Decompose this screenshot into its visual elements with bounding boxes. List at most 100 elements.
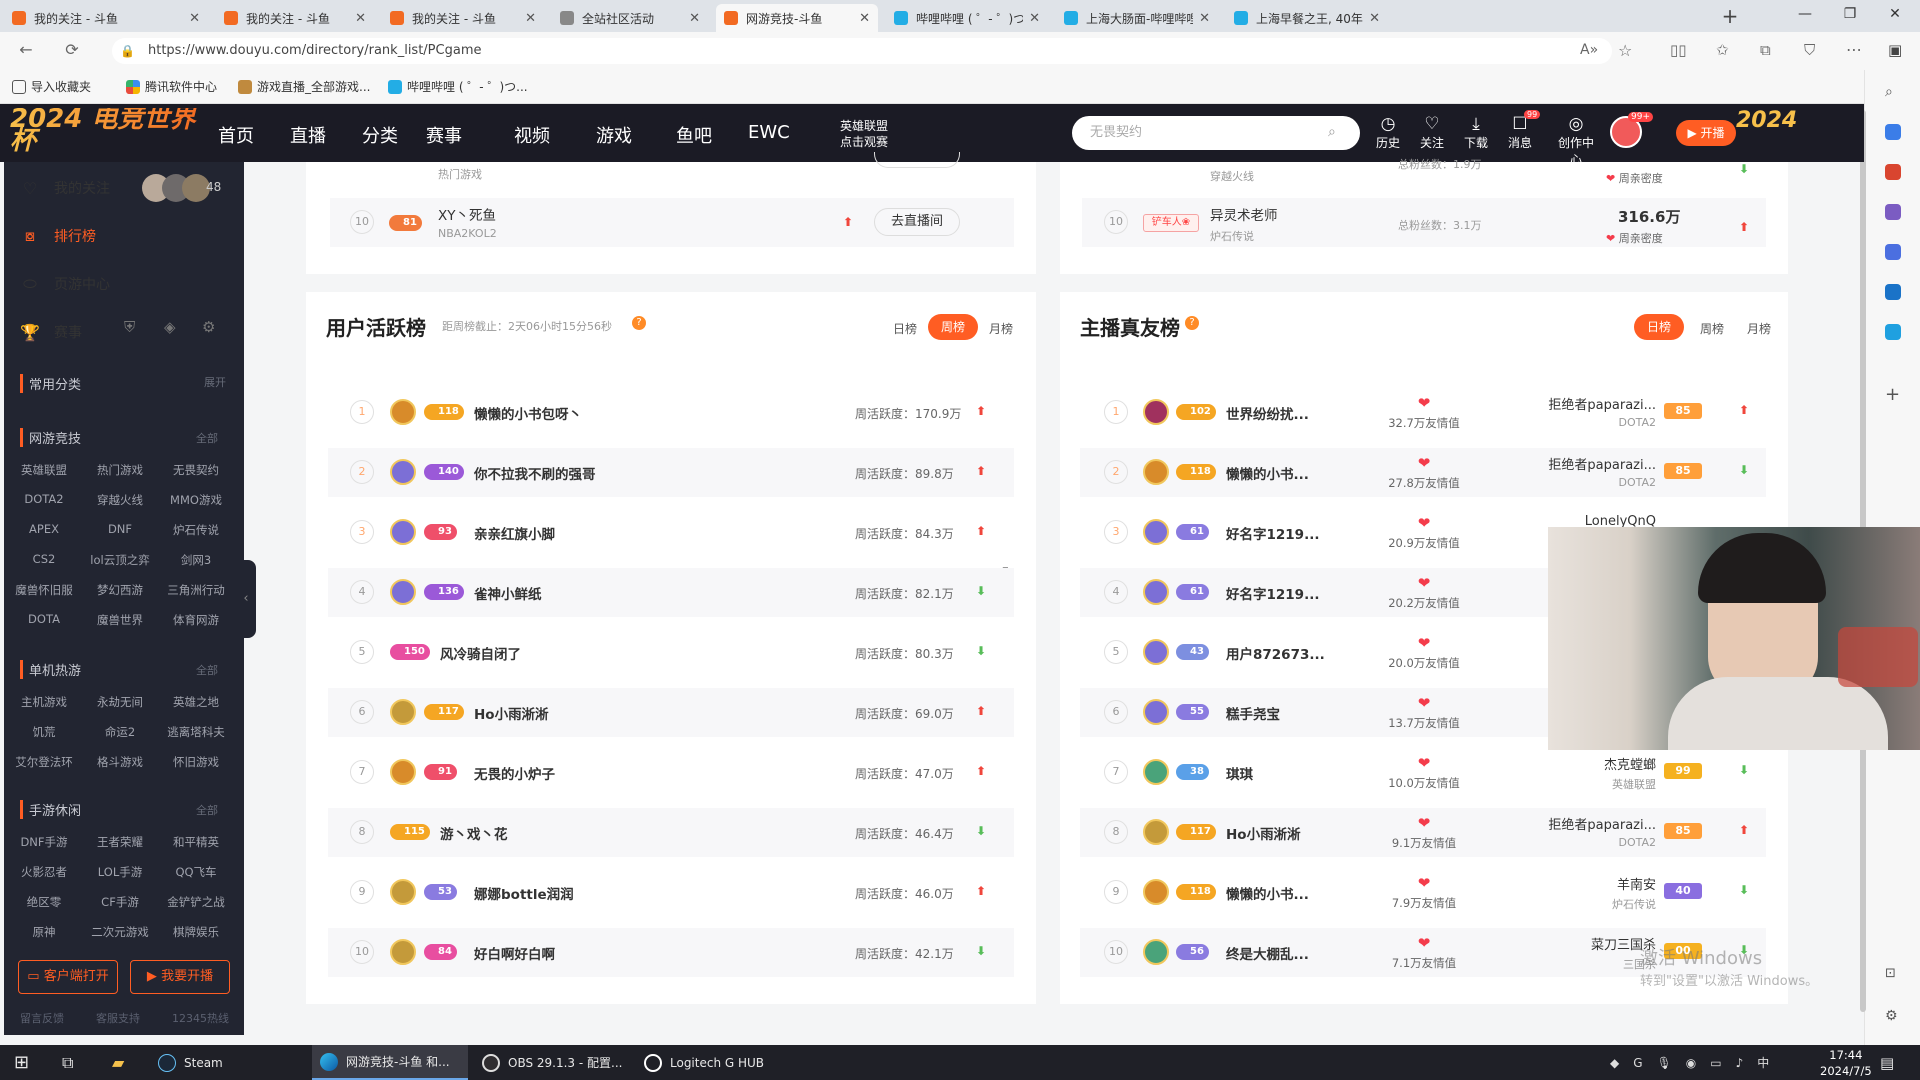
- browser-tab[interactable]: 网游竞技-斗鱼 ✕: [716, 4, 878, 32]
- sidebar-category[interactable]: APEX: [8, 522, 80, 536]
- sidebar-category[interactable]: QQ飞车: [160, 864, 232, 880]
- favorite-star-icon[interactable]: ☆: [1618, 41, 1632, 60]
- user-name[interactable]: 好名字1219...: [1226, 583, 1319, 603]
- section-all-link[interactable]: 全部: [196, 430, 218, 446]
- anchor-name[interactable]: 拒绝者paparazi...: [1548, 454, 1656, 473]
- open-client-button[interactable]: ▭ 客户端打开: [18, 960, 118, 994]
- more-menu-icon[interactable]: ⋯: [1846, 40, 1862, 59]
- user-name[interactable]: 你不拉我不刷的强哥: [474, 463, 596, 483]
- close-tab-icon[interactable]: ✕: [689, 11, 700, 26]
- taskbar-clock[interactable]: 17:44 2024/7/5: [1820, 1047, 1872, 1079]
- nav-item[interactable]: 鱼吧: [676, 122, 712, 148]
- sidebar-category[interactable]: 逃离塔科夫: [160, 724, 232, 740]
- search-input[interactable]: 无畏契约: [1072, 116, 1360, 150]
- bookmark-import[interactable]: 导入收藏夹: [12, 78, 91, 95]
- user-name[interactable]: 风冷骑自闭了: [440, 643, 521, 663]
- settings-icon[interactable]: ⚙: [1885, 1008, 1901, 1024]
- refresh-icon[interactable]: ⟳: [60, 40, 84, 62]
- user-name[interactable]: Ho小雨淅淅: [1226, 823, 1301, 843]
- sidebar-category[interactable]: 金铲铲之战: [160, 894, 232, 910]
- windows-start-icon[interactable]: ⊞: [14, 1045, 29, 1080]
- tab-weekly[interactable]: 周榜: [928, 314, 978, 340]
- go-room-button[interactable]: [874, 152, 960, 168]
- sidebar-category[interactable]: 炉石传说: [160, 522, 232, 538]
- taskbar-app-obs[interactable]: OBS 29.1.3 - 配置...: [474, 1045, 630, 1080]
- sidebar-category[interactable]: 无畏契约: [160, 462, 232, 478]
- send-icon[interactable]: [1885, 324, 1901, 340]
- user-name[interactable]: 用户872673...: [1226, 643, 1325, 663]
- help-icon[interactable]: ?: [1185, 316, 1199, 330]
- section-all-link[interactable]: 全部: [196, 802, 218, 818]
- user-name[interactable]: 好名字1219...: [1226, 523, 1319, 543]
- go-live-button[interactable]: ▶ 我要开播: [130, 960, 230, 994]
- back-icon[interactable]: ←: [14, 40, 38, 62]
- user-name[interactable]: 琪琪: [1226, 763, 1253, 783]
- tab-daily[interactable]: 日榜: [893, 320, 917, 337]
- sidebar-category[interactable]: 和平精英: [160, 834, 232, 850]
- outlook-icon[interactable]: [1885, 284, 1901, 300]
- browser-tab[interactable]: 我的关注 - 斗鱼 ✕: [216, 4, 374, 32]
- sidebar-category[interactable]: LOL手游: [84, 864, 156, 880]
- sidebar-category[interactable]: 英雄之地: [160, 694, 232, 710]
- sidebar-category[interactable]: DOTA: [8, 612, 80, 626]
- close-tab-icon[interactable]: ✕: [1369, 11, 1380, 26]
- minimize-button[interactable]: —: [1785, 6, 1825, 26]
- sidebar-category[interactable]: DNF: [84, 522, 156, 536]
- sidebar-item-webgames[interactable]: ⬭ 页游中心: [20, 274, 110, 294]
- expand-link[interactable]: 展开: [204, 374, 226, 390]
- close-tab-icon[interactable]: ✕: [355, 11, 366, 26]
- sidebar-category[interactable]: 王者荣耀: [84, 834, 156, 850]
- file-explorer-icon[interactable]: ▰: [112, 1045, 124, 1080]
- anchor-name[interactable]: 拒绝者paparazi...: [1548, 394, 1656, 413]
- user-name[interactable]: 好白啊好白啊: [474, 943, 555, 963]
- feedback-link[interactable]: 留言反馈: [20, 1010, 64, 1026]
- user-name[interactable]: 亲亲红旗小脚: [474, 523, 555, 543]
- user-name[interactable]: 懒懒的小书...: [1226, 463, 1309, 483]
- bookmark-bilibili[interactable]: 哔哩哔哩 ( ゜- ゜)つ...: [388, 78, 528, 95]
- anchor-name[interactable]: 拒绝者paparazi...: [1548, 814, 1656, 833]
- user-name[interactable]: 终是大棚乱...: [1226, 943, 1309, 963]
- taskbar-app-ghub[interactable]: Logitech G HUB: [636, 1045, 792, 1080]
- browser-tab[interactable]: 上海大肠面-哔哩哔哩_bilibi ✕: [1056, 4, 1218, 32]
- sidebar-category[interactable]: 火影忍者: [8, 864, 80, 880]
- sidebar-category[interactable]: 穿越火线: [84, 492, 156, 508]
- sidebar-category[interactable]: 主机游戏: [8, 694, 80, 710]
- help-icon[interactable]: ?: [632, 316, 646, 330]
- nav-item[interactable]: 直播: [290, 122, 326, 148]
- collapse-sidebar-button[interactable]: ‹: [236, 560, 256, 638]
- nav-item[interactable]: 分类: [362, 122, 398, 148]
- sidebar-category[interactable]: 二次元游戏: [84, 924, 156, 940]
- notification-icon[interactable]: ▤: [1880, 1045, 1894, 1080]
- sidebar-category[interactable]: 魔兽怀旧服: [8, 582, 80, 598]
- nav-item[interactable]: 赛事: [426, 122, 462, 148]
- sidebar-category[interactable]: MMO游戏: [160, 492, 232, 508]
- anchor-name[interactable]: 杰克螳螂: [1604, 754, 1656, 773]
- sidebar-category[interactable]: 原神: [8, 924, 80, 940]
- sidebar-category[interactable]: 命运2: [84, 724, 156, 740]
- sidebar-category[interactable]: 饥荒: [8, 724, 80, 740]
- header-bell-button[interactable]: ☐ 消息 99: [1500, 110, 1541, 151]
- user-name[interactable]: 娜娜bottle润润: [474, 883, 574, 903]
- close-tab-icon[interactable]: ✕: [1029, 11, 1040, 26]
- user-name[interactable]: 无畏的小炉子: [474, 763, 555, 783]
- close-tab-icon[interactable]: ✕: [525, 11, 536, 26]
- nav-item[interactable]: 视频: [514, 122, 550, 148]
- lol-icon[interactable]: ◈: [164, 318, 176, 336]
- sidebar-category[interactable]: 绝区零: [8, 894, 80, 910]
- favorites-icon[interactable]: ✩: [1716, 41, 1729, 59]
- sidebar-category[interactable]: 怀旧游戏: [160, 754, 232, 770]
- system-tray[interactable]: ◆ G 🎙 ◉ ▭ ♪ 中: [1610, 1045, 1769, 1080]
- browser-tab[interactable]: 全站社区活动 ✕: [552, 4, 708, 32]
- header-bulb-button[interactable]: ◎ 创作中心: [1556, 114, 1596, 168]
- tab-daily[interactable]: 日榜: [1634, 314, 1684, 340]
- people-icon[interactable]: [1885, 204, 1901, 220]
- copilot-icon[interactable]: [1885, 244, 1901, 260]
- sidebar-category[interactable]: 剑网3: [160, 552, 232, 568]
- taskbar-app-steam[interactable]: Steam: [150, 1045, 300, 1080]
- briefcase-icon[interactable]: [1885, 164, 1901, 180]
- sidebar-category[interactable]: DNF手游: [8, 834, 80, 850]
- new-tab-button[interactable]: +: [1716, 4, 1744, 30]
- user-name[interactable]: 糕手尧宝: [1226, 703, 1280, 723]
- dota2-icon[interactable]: ⚙: [202, 318, 215, 336]
- read-aloud-icon[interactable]: A»: [1580, 42, 1598, 58]
